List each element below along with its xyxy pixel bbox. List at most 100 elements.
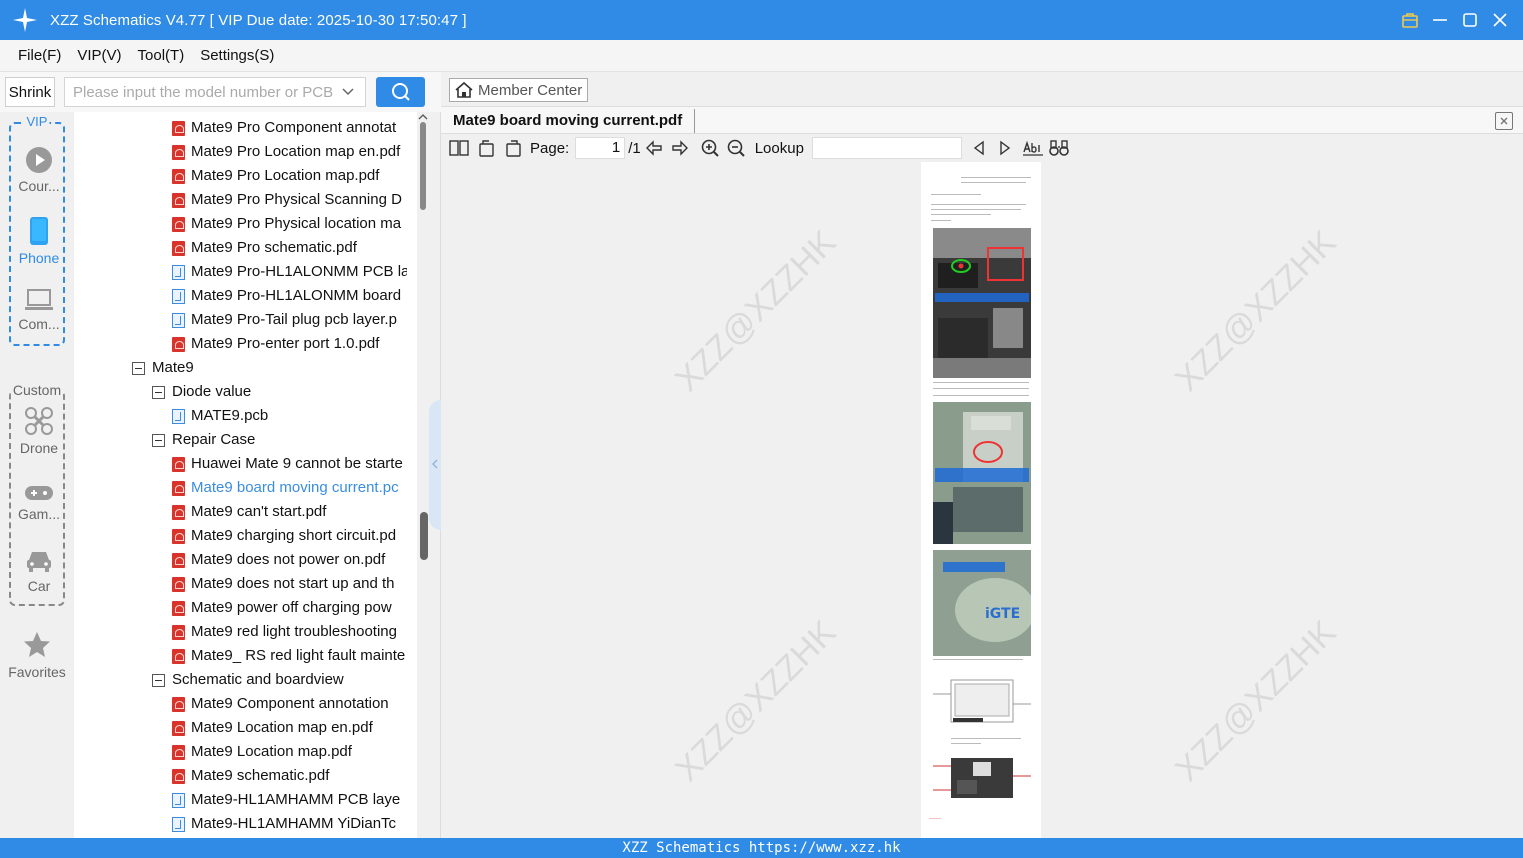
tree-folder[interactable]: Mate9 [132, 356, 407, 380]
lookup-label: Lookup [754, 139, 804, 157]
tree-item-label: Mate9 Pro Component annotat [191, 119, 397, 136]
tree-file-item[interactable]: Mate9 Pro-enter port 1.0.pdf [172, 332, 407, 356]
tree-item-label: Mate9 Component annotation [191, 695, 389, 712]
collapse-icon[interactable] [152, 673, 165, 687]
tree-folder[interactable]: Repair Case [152, 428, 407, 452]
category-car[interactable]: Car [11, 548, 67, 594]
tree-file-item[interactable]: Huawei Mate 9 cannot be starte [172, 452, 407, 476]
category-computer[interactable]: Com... [11, 288, 67, 332]
binoculars-icon[interactable] [1048, 137, 1070, 159]
pdf-file-icon [172, 696, 185, 712]
category-favorites-label: Favorites [8, 664, 66, 680]
tree-item-label: Mate9 Pro-Tail plug pcb layer.p [191, 311, 397, 328]
pdf-viewer[interactable]: XZZ@XZZHK XZZ@XZZHK XZZ@XZZHK XZZ@XZZHK [441, 162, 1523, 838]
tree-file-item[interactable]: MATE9.pcb [172, 404, 407, 428]
tree-file-item[interactable]: Mate9 Pro-Tail plug pcb layer.p [172, 308, 407, 332]
next-page-icon[interactable] [669, 137, 691, 159]
menu-file[interactable]: File(F) [18, 47, 61, 64]
tree-item-label: Mate9 Pro-enter port 1.0.pdf [191, 335, 380, 352]
chevron-down-icon[interactable] [341, 84, 355, 101]
collapse-icon[interactable] [152, 385, 165, 399]
rotate-right-icon[interactable] [502, 137, 524, 159]
find-previous-icon[interactable] [968, 137, 990, 159]
document-tab-active[interactable]: Mate9 board moving current.pdf [453, 109, 696, 133]
lookup-input[interactable] [811, 137, 962, 159]
category-courses[interactable]: Cour... [11, 146, 67, 194]
tree-file-item[interactable]: Mate9 can't start.pdf [172, 500, 407, 524]
tree-file-item[interactable]: Mate9 Pro Component annotat [172, 116, 407, 140]
rotate-left-icon[interactable] [476, 137, 498, 159]
minimize-icon[interactable] [1431, 11, 1449, 29]
close-icon[interactable] [1491, 11, 1509, 29]
zoom-out-icon[interactable] [725, 137, 747, 159]
tree-file-item[interactable]: Mate9 Pro Physical location ma [172, 212, 407, 236]
tree-item-label: Mate9 board moving current.pc [191, 479, 399, 496]
collapse-icon[interactable] [152, 433, 165, 447]
vip-bag-icon[interactable] [1401, 11, 1419, 29]
tree-file-item[interactable]: Mate9 Pro-HL1ALONMM PCB la [172, 260, 407, 284]
close-document-icon[interactable] [1495, 112, 1513, 130]
tree-file-item[interactable]: Mate9 does not power on.pdf [172, 548, 407, 572]
gamepad-icon [25, 486, 53, 500]
phone-icon [30, 217, 48, 245]
pdf-file-icon [172, 576, 185, 592]
member-center-label: Member Center [478, 81, 583, 99]
window-title: XZZ Schematics V4.77 [ VIP Due date: 202… [50, 11, 467, 29]
category-favorites[interactable]: Favorites [0, 630, 74, 680]
tree-file-item[interactable]: Mate9 does not start up and th [172, 572, 407, 596]
tree-item-label: Mate9 [152, 359, 194, 376]
secondary-scroll-thumb[interactable] [420, 512, 428, 560]
footer-bar: XZZ Schematics https://www.xzz.hk [0, 838, 1523, 858]
tree-scrollbar[interactable] [417, 112, 429, 838]
tree-file-item[interactable]: Mate9 Pro-HL1ALONMM board [172, 284, 407, 308]
menu-tool[interactable]: Tool(T) [138, 47, 185, 64]
scrollbar-thumb[interactable] [420, 122, 426, 210]
tree-file-item[interactable]: Mate9 Pro Physical Scanning D [172, 188, 407, 212]
category-phone[interactable]: Phone [11, 216, 67, 266]
tree-folder[interactable]: Schematic and boardview [152, 668, 407, 692]
pdf-page-thumbnail: iGTE [921, 162, 1041, 838]
tree-file-item[interactable]: Mate9-HL1AMHAMM PCB laye [172, 788, 407, 812]
two-page-view-icon[interactable] [448, 137, 470, 159]
tree-folder[interactable]: Diode value [152, 380, 407, 404]
pdf-file-icon [172, 528, 185, 544]
home-icon [455, 81, 473, 98]
multimeter-photo [933, 402, 1031, 544]
tree-file-item[interactable]: Mate9 schematic.pdf [172, 764, 407, 788]
tree-file-item[interactable]: Mate9 Pro schematic.pdf [172, 236, 407, 260]
tree-file-item[interactable]: Mate9 Pro Location map en.pdf [172, 140, 407, 164]
pdf-file-icon [172, 600, 185, 616]
tree-file-item[interactable]: Mate9 Pro Location map.pdf [172, 164, 407, 188]
category-game[interactable]: Gam... [11, 484, 67, 522]
zoom-in-icon[interactable] [699, 137, 721, 159]
collapse-icon[interactable] [132, 361, 145, 375]
tree-file-item[interactable]: Mate9 power off charging pow [172, 596, 407, 620]
shrink-button[interactable]: Shrink [5, 77, 55, 107]
category-drone[interactable]: Drone [11, 406, 67, 456]
menu-vip[interactable]: VIP(V) [77, 47, 121, 64]
tree-file-item[interactable]: Mate9 charging short circuit.pd [172, 524, 407, 548]
panel-collapse-handle[interactable] [429, 400, 441, 530]
tree-file-item[interactable]: Mate9-HL1AMHAMM YiDianTc [172, 812, 407, 836]
pdf-file-icon [172, 552, 185, 568]
menu-settings[interactable]: Settings(S) [200, 47, 274, 64]
match-case-icon[interactable] [1022, 137, 1044, 159]
member-center-button[interactable]: Member Center [449, 78, 588, 102]
star-icon [24, 632, 50, 657]
tree-item-label: Mate9 Pro Location map.pdf [191, 167, 380, 184]
search-input[interactable]: Please input the model number or PCB [64, 77, 366, 107]
tree-item-label: Mate9 schematic.pdf [191, 767, 330, 784]
tree-file-item[interactable]: Mate9 board moving current.pc [172, 476, 407, 500]
tree-file-item[interactable]: Mate9 Location map en.pdf [172, 716, 407, 740]
tree-file-item[interactable]: Mate9 Location map.pdf [172, 740, 407, 764]
page-number-input[interactable]: 1 [575, 137, 626, 159]
maximize-icon[interactable] [1461, 11, 1479, 29]
tree-file-item[interactable]: Mate9_ RS red light fault mainte [172, 644, 407, 668]
find-next-icon[interactable] [994, 137, 1016, 159]
search-button[interactable] [376, 77, 425, 107]
tree-file-item[interactable]: Mate9 red light troubleshooting [172, 620, 407, 644]
previous-page-icon[interactable] [643, 137, 665, 159]
tree-file-item[interactable]: Mate9 Component annotation [172, 692, 407, 716]
board-closeup-photo: iGTE [933, 550, 1031, 656]
file-tree: Mate9 Pro Component annotat Mate9 Pro Loc… [74, 112, 417, 838]
